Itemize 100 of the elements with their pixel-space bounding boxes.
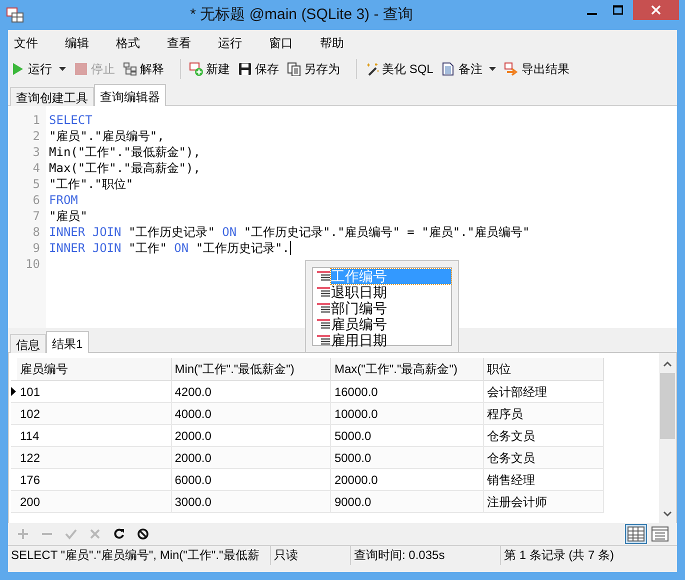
toolbar-button[interactable]: 保存	[238, 60, 279, 78]
form-view-icon	[651, 526, 669, 542]
toolbar-button[interactable]: 解释	[123, 60, 164, 78]
minimize-icon	[587, 13, 597, 15]
column-icon	[317, 271, 331, 281]
table-cell: 4200.0	[172, 381, 332, 402]
tab[interactable]: 查询创建工具	[10, 87, 94, 106]
column-header[interactable]: Min("工作"."最低薪金")	[172, 358, 332, 380]
code-text: "工作"	[127, 240, 168, 256]
status-text: SELECT "雇员"."雇员编号", Min("工作"."最低薪	[8, 546, 271, 565]
line-number: 1	[32, 112, 40, 128]
grid-view-button[interactable]	[625, 524, 647, 544]
column-icon	[317, 287, 331, 297]
table-cell: 176	[16, 469, 172, 490]
table-cell: 114	[16, 425, 172, 446]
sql-keyword: INNER JOIN	[49, 224, 122, 240]
export-icon	[504, 62, 518, 76]
refresh-icon	[113, 528, 125, 540]
column-icon	[317, 303, 331, 313]
code-text: "雇员"."雇员编号",	[49, 128, 164, 144]
table-cell: 程序员	[484, 403, 604, 424]
vertical-scrollbar[interactable]	[659, 353, 676, 523]
scroll-down-icon	[663, 511, 672, 517]
column-icon	[317, 335, 331, 345]
sql-keyword: SELECT	[49, 112, 92, 128]
table-cell: 20000.0	[331, 469, 484, 490]
table-cell: 注册会计师	[484, 491, 604, 512]
toolbar-button[interactable]: 另存为	[287, 60, 340, 78]
table-cell: 10000.0	[331, 403, 484, 424]
table-cell: 102	[16, 403, 172, 424]
status-text: 只读	[271, 546, 351, 565]
line-number: 4	[32, 160, 40, 176]
code-text: "工作历史记录"."雇员编号" = "雇员"."雇员编号"	[242, 224, 530, 240]
checkmark-icon	[65, 528, 77, 540]
table-cell: 16000.0	[331, 381, 484, 402]
close-button[interactable]	[633, 0, 679, 20]
line-number: 6	[32, 192, 40, 208]
table-cell: 101	[16, 381, 172, 402]
toolbar-button[interactable]: 备注	[441, 60, 496, 78]
table-cell: 9000.0	[331, 491, 484, 512]
close-icon	[651, 5, 661, 15]
code-text: "工作历史记录"	[127, 224, 216, 240]
autocomplete-item[interactable]: 退职日期	[331, 284, 393, 300]
status-text: 查询时间: 0.035s	[351, 546, 501, 565]
magic-wand-icon	[365, 62, 379, 76]
table-cell: 仓务文员	[484, 447, 604, 468]
copy-icon	[287, 62, 301, 76]
menu-item[interactable]: 窗口	[269, 34, 293, 52]
table-cell: 6000.0	[172, 469, 332, 490]
code-text: "工作"."职位"	[49, 176, 134, 192]
table-cell: 4000.0	[172, 403, 332, 424]
table-cell: 2000.0	[172, 447, 332, 468]
column-icon	[317, 319, 331, 329]
new-table-icon	[189, 62, 203, 76]
autocomplete-item[interactable]: 雇用日期	[331, 332, 393, 348]
stop-icon	[137, 528, 149, 540]
line-number: 7	[32, 208, 40, 224]
menu-item[interactable]: 编辑	[65, 34, 89, 52]
sql-keyword: FROM	[49, 192, 78, 208]
app-icon	[6, 7, 24, 23]
form-view-button[interactable]	[649, 524, 671, 544]
status-text: 第 1 条记录 (共 7 条)	[503, 547, 616, 564]
maximize-icon	[613, 5, 623, 15]
line-number: 3	[32, 144, 40, 160]
toolbar-button[interactable]: 美化 SQL	[365, 60, 434, 78]
toolbar-button[interactable]: 运行	[11, 60, 66, 78]
table-cell: 仓务文员	[484, 425, 604, 446]
code-text: "工作历史记录".	[194, 240, 290, 256]
scroll-thumb[interactable]	[660, 373, 675, 439]
toolbar-button[interactable]: 导出结果	[504, 60, 570, 78]
menu-item[interactable]: 帮助	[320, 34, 344, 52]
scroll-up-icon	[663, 361, 672, 367]
add-icon	[17, 528, 29, 540]
dropdown-caret-icon[interactable]	[489, 67, 496, 71]
stop-icon	[74, 62, 88, 76]
sql-keyword: ON	[174, 240, 189, 256]
menu-item[interactable]: 查看	[167, 34, 191, 52]
menu-item[interactable]: 运行	[218, 34, 242, 52]
column-header[interactable]: Max("工作"."最高薪金")	[331, 358, 484, 380]
table-cell: 销售经理	[484, 469, 604, 490]
menu-item[interactable]: 文件	[14, 34, 38, 52]
tab[interactable]: 查询编辑器	[94, 84, 166, 106]
toolbar-button[interactable]: 新建	[189, 60, 230, 78]
line-number: 2	[32, 128, 40, 144]
tab[interactable]: 信息	[10, 334, 46, 353]
dropdown-caret-icon[interactable]	[59, 67, 66, 71]
line-number: 9	[32, 240, 40, 256]
menu-item[interactable]: 格式	[116, 34, 140, 52]
grid-view-icon	[627, 526, 645, 542]
autocomplete-item[interactable]: 部门编号	[331, 300, 393, 316]
column-header[interactable]: 职位	[484, 358, 604, 380]
column-header[interactable]: 雇员编号	[16, 358, 172, 380]
table-cell: 5000.0	[331, 425, 484, 446]
line-number: 10	[26, 256, 40, 272]
tab[interactable]: 结果1	[46, 331, 89, 353]
document-icon	[441, 62, 456, 76]
table-cell: 会计部经理	[484, 381, 604, 402]
save-icon	[238, 62, 252, 76]
code-text: Min("工作"."最低薪金"),	[49, 144, 200, 160]
line-number: 8	[32, 224, 40, 240]
